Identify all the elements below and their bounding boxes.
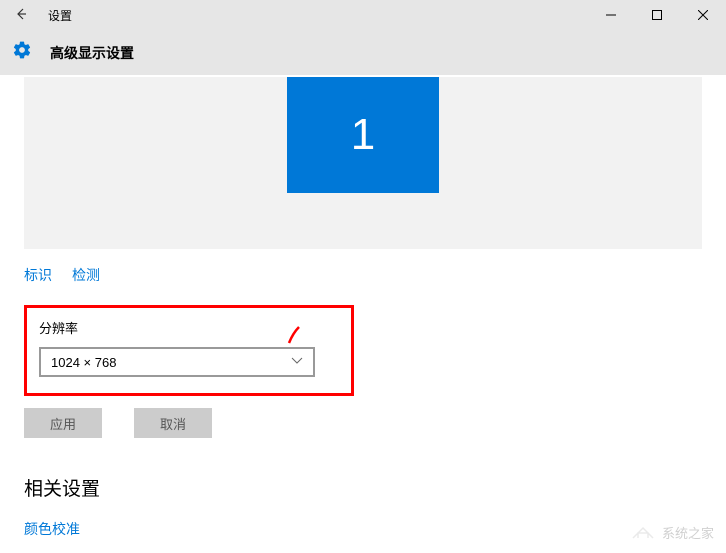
detect-link[interactable]: 检测 (72, 265, 100, 285)
window-title: 设置 (48, 7, 72, 24)
chevron-down-icon (291, 357, 303, 368)
apply-button[interactable]: 应用 (24, 408, 102, 438)
display-links: 标识 检测 (24, 265, 702, 285)
color-calibration-link[interactable]: 颜色校准 (24, 519, 702, 539)
watermark: 系统之家 (630, 520, 714, 545)
monitor-preview-area: 1 (24, 77, 702, 249)
header: 高级显示设置 (0, 30, 726, 75)
monitor-1[interactable]: 1 (287, 77, 439, 193)
resolution-value: 1024 × 768 (51, 355, 116, 370)
gear-icon (12, 40, 32, 65)
minimize-button[interactable] (588, 0, 634, 30)
identify-link[interactable]: 标识 (24, 265, 52, 285)
content-area: 1 标识 检测 分辨率 1024 × 768 应用 取消 相关设置 颜色校准 (0, 77, 726, 539)
monitor-number: 1 (351, 110, 375, 160)
watermark-text: 系统之家 (662, 523, 714, 542)
related-settings-title: 相关设置 (24, 474, 702, 501)
cancel-button[interactable]: 取消 (134, 408, 212, 438)
watermark-icon (630, 520, 656, 545)
resolution-section: 分辨率 1024 × 768 (24, 305, 354, 396)
window-controls (588, 0, 726, 30)
resolution-dropdown[interactable]: 1024 × 768 (39, 347, 315, 377)
back-button[interactable] (14, 7, 28, 24)
close-button[interactable] (680, 0, 726, 30)
titlebar-left: 设置 (14, 7, 72, 24)
page-title: 高级显示设置 (50, 43, 134, 63)
maximize-button[interactable] (634, 0, 680, 30)
action-buttons: 应用 取消 (24, 408, 702, 438)
titlebar: 设置 (0, 0, 726, 30)
